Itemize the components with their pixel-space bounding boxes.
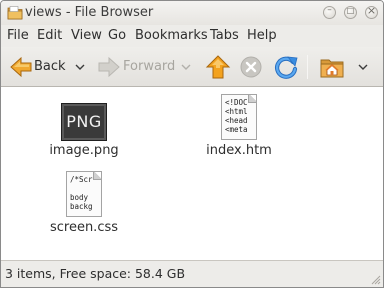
toolbar: Back Forward (1, 47, 383, 87)
text-document-icon: /*Scr body backg (66, 171, 102, 217)
maximize-button[interactable]: □ (344, 6, 357, 19)
close-button[interactable]: × (365, 4, 378, 19)
preview-line: body (70, 193, 89, 202)
up-button[interactable] (205, 54, 231, 80)
reload-button[interactable] (273, 54, 299, 80)
forward-label: Forward (123, 59, 176, 74)
maximize-icon: □ (346, 6, 355, 15)
file-name: image.png (49, 143, 119, 158)
forward-arrow-icon (97, 55, 121, 83)
close-icon: × (366, 4, 377, 17)
file-item[interactable]: /*Scr body backg screen.css (36, 171, 132, 237)
preview-line: <head (225, 116, 248, 125)
file-view[interactable]: PNG image.png <!DOC <html <head <meta in… (1, 88, 383, 260)
back-arrow-icon (9, 55, 33, 83)
reload-icon (273, 56, 299, 84)
menu-file[interactable]: File (7, 28, 29, 43)
menu-edit[interactable]: Edit (37, 28, 62, 43)
toolbar-overflow-chevron-icon[interactable] (358, 61, 368, 76)
forward-button[interactable]: Forward (97, 53, 197, 81)
file-browser-window: views - File Browser – □ × File Edit Vie… (0, 0, 384, 288)
preview-line: <meta (225, 125, 248, 134)
home-button[interactable] (319, 54, 345, 80)
status-bar: 3 items, Free space: 58.4 GB (1, 260, 383, 287)
back-history-chevron-icon[interactable] (75, 61, 85, 76)
title-bar[interactable]: views - File Browser – □ × (1, 1, 383, 25)
up-arrow-icon (205, 55, 231, 84)
png-thumbnail: PNG (61, 103, 107, 141)
menu-bookmarks[interactable]: Bookmarks (135, 28, 208, 43)
menu-bar: File Edit View Go Bookmarks Tabs Help (1, 25, 383, 47)
back-label: Back (34, 59, 66, 74)
minimize-button[interactable]: – (323, 5, 336, 19)
preview-line: <html (225, 107, 248, 116)
minimize-icon: – (327, 5, 332, 15)
forward-history-chevron-icon[interactable] (181, 61, 191, 76)
resize-grip-icon[interactable] (369, 273, 381, 285)
stop-icon (239, 56, 263, 83)
file-name: index.htm (206, 143, 272, 158)
file-name: screen.css (49, 220, 119, 235)
folder-icon (7, 5, 23, 21)
file-item[interactable]: PNG image.png (36, 100, 132, 160)
window-title: views - File Browser (25, 5, 154, 20)
preview-line: backg (70, 202, 93, 211)
menu-go[interactable]: Go (108, 28, 126, 43)
toolbar-separator (307, 55, 308, 79)
back-button[interactable]: Back (7, 53, 91, 81)
preview-line: /*Scr (70, 175, 93, 184)
preview-line: <!DOC (225, 98, 248, 107)
stop-button[interactable] (239, 55, 263, 79)
home-icon (319, 59, 345, 84)
file-item[interactable]: <!DOC <html <head <meta index.htm (191, 94, 287, 160)
menu-help[interactable]: Help (247, 28, 277, 43)
text-document-icon: <!DOC <html <head <meta (221, 94, 257, 140)
menu-tabs[interactable]: Tabs (210, 28, 239, 43)
status-text: 3 items, Free space: 58.4 GB (5, 266, 186, 281)
menu-view[interactable]: View (71, 28, 102, 43)
